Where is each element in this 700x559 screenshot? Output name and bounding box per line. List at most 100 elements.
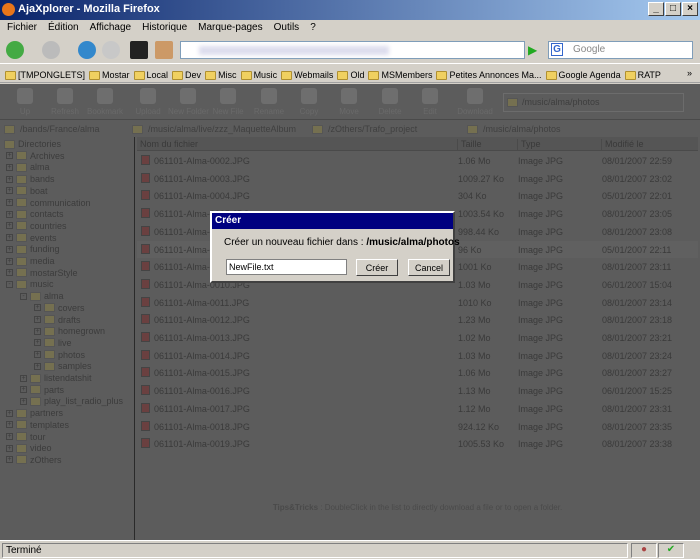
tree-item[interactable]: + zOthers [6, 454, 62, 466]
bookmark-item[interactable]: Google Agenda [545, 68, 621, 82]
current-path-field[interactable]: /music/alma/photos [503, 93, 684, 112]
menu-item[interactable]: Historique [142, 22, 187, 37]
search-engine-icon[interactable]: G [551, 43, 563, 56]
expand-toggle-icon[interactable]: + [6, 421, 13, 429]
table-row[interactable]: 061101-Alma-0017.JPG 1.12 Mo Image JPG 08/0… [137, 400, 698, 417]
tree-item[interactable]: - music [6, 278, 54, 290]
tree-item[interactable]: + funding [6, 243, 60, 255]
bookmark-item[interactable]: Mostar [89, 68, 130, 82]
expand-toggle-icon[interactable]: + [6, 245, 13, 253]
column-name[interactable]: Nom du fichier [137, 139, 198, 151]
expand-toggle-icon[interactable]: + [6, 210, 13, 218]
addon-icon[interactable]: ● [631, 543, 657, 558]
table-row[interactable]: 061101-Alma-0015.JPG 1.06 Mo Image JPG 08/0… [137, 364, 698, 381]
filename-input[interactable] [226, 259, 347, 275]
expand-toggle-icon[interactable]: + [6, 234, 13, 242]
expand-toggle-icon[interactable]: - [20, 292, 27, 300]
expand-toggle-icon[interactable]: + [6, 199, 13, 206]
tree-item[interactable]: + media [6, 255, 55, 267]
toolbar-button-move[interactable]: Move [329, 88, 369, 116]
tree-item[interactable]: + contacts [6, 208, 64, 220]
reload-icon[interactable] [78, 41, 96, 59]
bookmark-item[interactable]: Dev [172, 68, 201, 82]
bookmarks-more-button[interactable]: » [687, 68, 692, 82]
expand-toggle-icon[interactable]: + [20, 386, 27, 394]
tree-item[interactable]: + partners [6, 407, 63, 419]
table-row[interactable]: 061101-Alma-0016.JPG 1.13 Mo Image JPG 06/0… [137, 382, 698, 399]
toolbar-button-delete[interactable]: Delete [370, 88, 410, 116]
table-row[interactable]: 061101-Alma-0012.JPG 1.23 Mo Image JPG 08/0… [137, 311, 698, 328]
tree-item[interactable]: + live [34, 337, 72, 349]
tree-item[interactable]: + photos [34, 349, 85, 361]
toolbar-button-refresh[interactable]: Refresh [45, 88, 85, 116]
menu-item[interactable]: Affichage [90, 22, 132, 37]
tree-item[interactable]: + drafts [34, 314, 81, 326]
table-row[interactable]: 061101-Alma-0004.JPG 304 Ko Image JPG 05/01… [137, 187, 698, 204]
expand-toggle-icon[interactable]: + [34, 304, 41, 312]
tree-item[interactable]: + boat [6, 185, 48, 197]
bookmarked-path[interactable]: /music/alma/photos [463, 121, 663, 137]
tree-item[interactable]: + listendatshit [20, 372, 92, 384]
expand-toggle-icon[interactable]: + [34, 327, 41, 335]
table-row[interactable]: 061101-Alma-0018.JPG 924.12 Ko Image JPG 08… [137, 418, 698, 435]
toolbar-button-bookmark[interactable]: Bookmark [85, 88, 125, 116]
tree-item[interactable]: + homegrown [34, 325, 105, 337]
table-row[interactable]: 061101-Alma-0013.JPG 1.02 Mo Image JPG 08/0… [137, 329, 698, 346]
table-row[interactable]: 061101-Alma-0019.JPG 1005.53 Ko Image JPG 0… [137, 435, 698, 452]
table-row[interactable]: 061101-Alma-0002.JPG 1.06 Mo Image JPG 08/0… [137, 152, 698, 169]
bookmark-item[interactable]: Webmails [281, 68, 333, 82]
tree-item[interactable]: + video [6, 442, 52, 454]
minimize-button[interactable]: _ [648, 2, 664, 16]
tree-item[interactable]: + samples [34, 360, 92, 372]
stop-icon[interactable] [102, 41, 120, 59]
tree-item[interactable]: + parts [20, 384, 64, 396]
table-row[interactable]: 061101-Alma-0014.JPG 1.03 Mo Image JPG 08/0… [137, 347, 698, 364]
expand-toggle-icon[interactable]: + [20, 374, 27, 382]
tree-item[interactable]: - alma [20, 290, 64, 302]
bookmarked-path[interactable]: /bands/France/alma [0, 121, 128, 137]
home-icon[interactable] [155, 41, 173, 59]
tree-item[interactable]: + templates [6, 419, 69, 431]
tree-item[interactable]: + play_list_radio_plus [20, 395, 123, 407]
tree-item[interactable]: + Archives [6, 150, 65, 162]
back-icon[interactable] [6, 41, 24, 59]
tree-item[interactable]: + countries [6, 220, 67, 232]
toolbar-button-edit[interactable]: Edit [410, 88, 450, 116]
cancel-button[interactable]: Cancel [408, 259, 450, 276]
create-button[interactable]: Créer [356, 259, 398, 276]
bookmark-item[interactable]: RATP [624, 68, 661, 82]
toolbar-button-up[interactable]: Up [5, 88, 45, 116]
expand-toggle-icon[interactable]: + [6, 433, 13, 440]
tree-item[interactable]: + covers [34, 302, 85, 314]
toolbar-button-new-folder[interactable]: New Folder [168, 88, 209, 116]
expand-toggle-icon[interactable]: + [20, 397, 27, 405]
close-button[interactable]: × [682, 2, 698, 16]
toolbar-button-copy[interactable]: Copy [289, 88, 329, 116]
expand-toggle-icon[interactable]: + [6, 409, 13, 417]
expand-toggle-icon[interactable]: + [34, 316, 41, 323]
menu-item[interactable]: Fichier [7, 22, 37, 37]
tree-item[interactable]: + bands [6, 173, 55, 185]
expand-toggle-icon[interactable]: + [6, 456, 13, 464]
table-row[interactable]: 061101-Alma-0011.JPG 1010 Ko Image JPG 08/0… [137, 294, 698, 311]
expand-toggle-icon[interactable]: + [6, 152, 13, 160]
menu-item[interactable]: ? [310, 22, 316, 37]
expand-toggle-icon[interactable]: + [6, 444, 13, 452]
bookmark-item[interactable]: Music [240, 68, 277, 82]
maximize-button[interactable]: □ [665, 2, 681, 16]
expand-toggle-icon[interactable]: - [6, 280, 13, 288]
tree-item[interactable]: Directories [4, 138, 61, 150]
tree-item[interactable]: + tour [6, 431, 46, 443]
table-row[interactable]: 061101-Alma-0003.JPG 1009.27 Ko Image JPG 0… [137, 170, 698, 187]
bookmark-item[interactable]: Misc [205, 68, 237, 82]
expand-toggle-icon[interactable]: + [6, 187, 13, 195]
check-icon[interactable]: ✔ [658, 543, 684, 558]
bookmark-item[interactable]: Local [133, 68, 168, 82]
menu-item[interactable]: Marque-pages [198, 22, 262, 37]
toolbar-button-upload[interactable]: Upload [128, 88, 168, 116]
expand-toggle-icon[interactable]: + [34, 339, 41, 347]
bookmarked-path[interactable]: /zOthers/Trafo_project [308, 121, 463, 137]
bookmark-item[interactable]: Old [337, 68, 364, 82]
toolbar-button-rename[interactable]: Rename [249, 88, 289, 116]
toolbar-button-download[interactable]: Download [455, 88, 495, 116]
